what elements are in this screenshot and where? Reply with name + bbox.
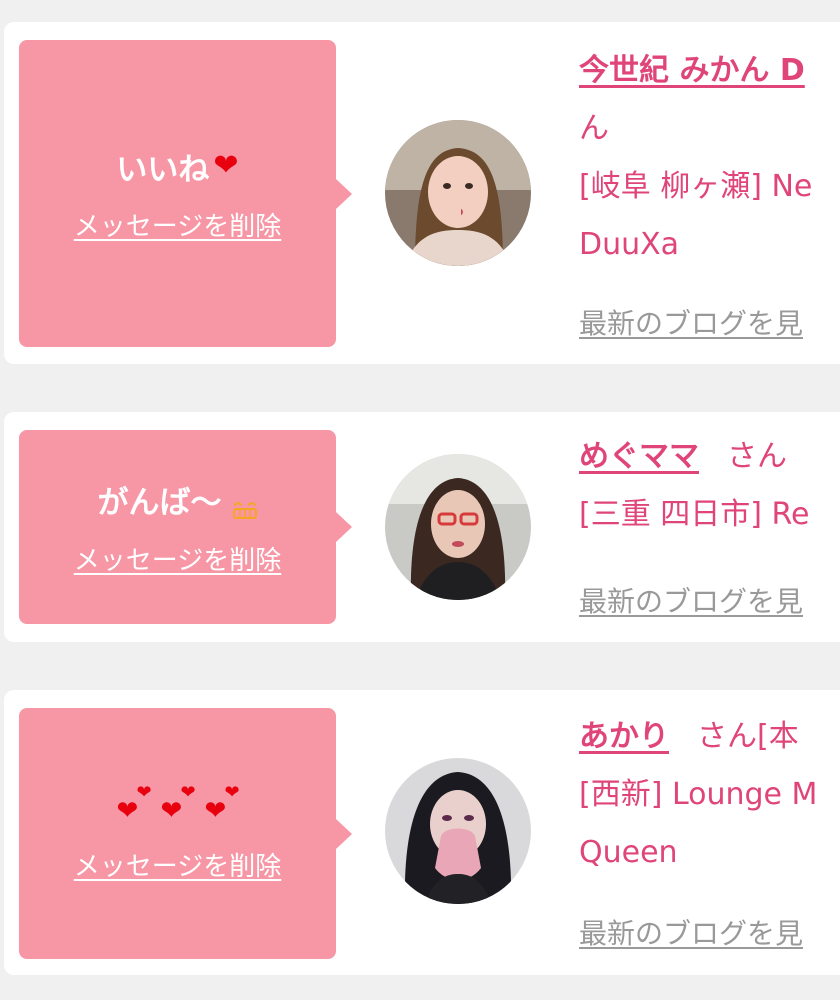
avatar[interactable] [385, 120, 531, 266]
shop-line: [三重 四日市] Re [579, 497, 810, 532]
shop-line: Queen [579, 835, 678, 870]
red-heart-icon: ❤ [213, 148, 239, 183]
shop-line: DuuXa [579, 227, 680, 262]
delete-message-link[interactable]: メッセージを削除 [74, 206, 281, 243]
grimace-face-icon [232, 491, 258, 519]
message-card: いいね ❤ メッセージを削除 今世紀 みかん D ん [岐阜 柳ヶ瀬] Ne D [4, 22, 840, 364]
message-list: いいね ❤ メッセージを削除 今世紀 みかん D ん [岐阜 柳ヶ瀬] Ne D [0, 0, 840, 1000]
message-text: がんば〜 [98, 478, 258, 522]
honorific-label: さん[本 [697, 719, 799, 754]
honorific-label: さん [727, 439, 787, 474]
message-bubble: がんば〜 メッセージを削除 [19, 430, 336, 624]
avatar[interactable] [385, 454, 531, 600]
shop-line: [西新] Lounge M [579, 777, 818, 812]
message-label: がんば〜 [97, 485, 222, 521]
message-text: いいね ❤ [116, 144, 238, 188]
message-label: いいね [116, 151, 210, 188]
delete-message-link[interactable]: メッセージを削除 [74, 846, 281, 883]
sender-name-link[interactable]: めぐママ [579, 439, 699, 474]
avatar[interactable] [385, 758, 531, 904]
delete-message-link[interactable]: メッセージを削除 [74, 540, 281, 577]
message-card: がんば〜 メッセージを削除 めぐママ さん [三重 四日市] Re 最新のブログ… [4, 412, 840, 642]
message-text: ❤ ❤ ❤ ❤ ❤ ❤ [113, 784, 243, 828]
latest-blog-link[interactable]: 最新のブログを見 [579, 580, 803, 620]
sender-name-cont: ん [579, 111, 609, 146]
sender-info: めぐママ さん [三重 四日市] Re [579, 428, 840, 544]
sender-info: 今世紀 みかん D ん [岐阜 柳ヶ瀬] Ne DuuXa [579, 42, 840, 274]
shop-line: [岐阜 柳ヶ瀬] Ne [579, 169, 813, 204]
sender-name-link[interactable]: あかり [579, 719, 669, 754]
message-bubble: ❤ ❤ ❤ ❤ ❤ ❤ メッセージを削除 [19, 708, 336, 959]
sender-info: あかり さん[本 [西新] Lounge M Queen [579, 708, 840, 882]
latest-blog-link[interactable]: 最新のブログを見 [579, 912, 803, 952]
sender-name-link[interactable]: 今世紀 みかん D [579, 53, 805, 88]
message-bubble: いいね ❤ メッセージを削除 [19, 40, 336, 347]
message-card: ❤ ❤ ❤ ❤ ❤ ❤ メッセージを削除 あかり さん[本 [西新] Loung… [4, 690, 840, 975]
hearts-icon: ❤ ❤ ❤ ❤ ❤ ❤ [116, 782, 240, 826]
latest-blog-link[interactable]: 最新のブログを見 [579, 302, 803, 342]
